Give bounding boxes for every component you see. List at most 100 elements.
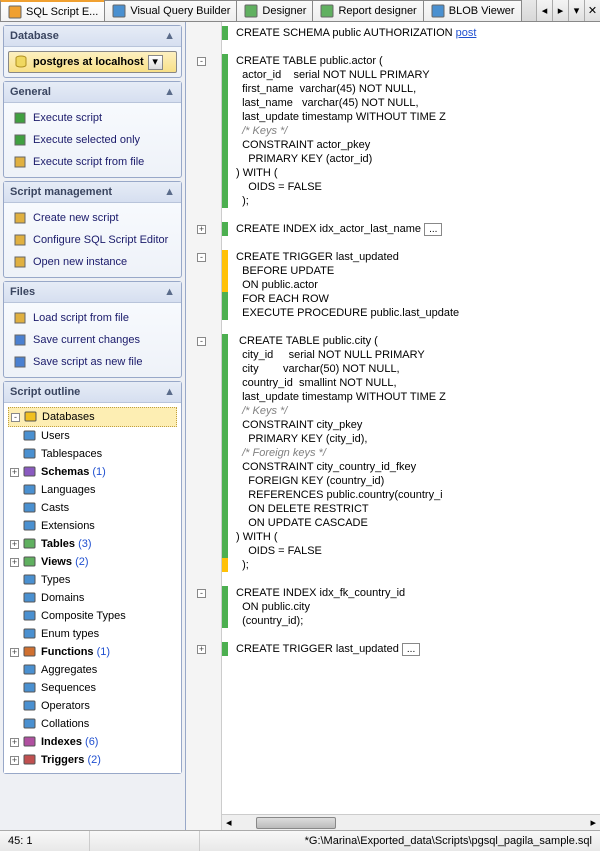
tab-nav-menu[interactable]: ▾ <box>568 0 584 21</box>
sidebar: Database▲ postgres at localhost ▾ Genera… <box>0 22 186 830</box>
code-line: FOREIGN KEY (country_id) <box>228 474 384 488</box>
fold-toggle[interactable]: + <box>197 645 206 654</box>
tab-nav-close[interactable]: ✕ <box>584 0 600 21</box>
action-save-script-as-new-file[interactable]: Save script as new file <box>8 351 177 373</box>
code-line: first_name varchar(45) NOT NULL, <box>228 82 416 96</box>
code-line: city_id serial NOT NULL PRIMARY <box>228 348 428 362</box>
tree-node-composite-types[interactable]: Composite Types <box>8 607 177 625</box>
tree-node-casts[interactable]: Casts <box>8 499 177 517</box>
tree-node-sequences[interactable]: Sequences <box>8 679 177 697</box>
expand-toggle[interactable]: + <box>10 738 19 747</box>
action-icon <box>12 132 28 148</box>
tree-node-collations[interactable]: Collations <box>8 715 177 733</box>
tree-node-enum-types[interactable]: Enum types <box>8 625 177 643</box>
node-label: Indexes (6) <box>41 736 98 748</box>
expand-toggle[interactable]: - <box>11 413 20 422</box>
node-icon <box>22 644 38 660</box>
fold-toggle[interactable]: - <box>197 253 206 262</box>
node-icon <box>22 482 38 498</box>
node-label: Sequences <box>41 682 96 694</box>
tab-blob-viewer[interactable]: BLOB Viewer <box>423 0 522 21</box>
tab-report-designer[interactable]: Report designer <box>312 0 423 21</box>
tree-node-tables[interactable]: + Tables (3) <box>8 535 177 553</box>
panel-header-script-mgmt[interactable]: Script management▲ <box>4 182 181 203</box>
tree-node-languages[interactable]: Languages <box>8 481 177 499</box>
scroll-right-icon[interactable]: ▸ <box>586 816 600 829</box>
action-open-new-instance[interactable]: Open new instance <box>8 251 177 273</box>
tree-node-extensions[interactable]: Extensions <box>8 517 177 535</box>
tree-node-users[interactable]: Users <box>8 427 177 445</box>
tab-sql-script-e-[interactable]: SQL Script E... <box>0 0 105 21</box>
expand-toggle[interactable]: + <box>10 558 19 567</box>
code-line: CREATE SCHEMA public AUTHORIZATION post <box>228 26 476 40</box>
fold-toggle[interactable]: - <box>197 589 206 598</box>
fold-toggle[interactable]: + <box>197 225 206 234</box>
code-editor[interactable]: CREATE SCHEMA public AUTHORIZATION post C… <box>222 22 600 830</box>
node-icon <box>23 409 39 425</box>
action-icon <box>12 254 28 270</box>
code-line: /* Foreign keys */ <box>228 446 326 460</box>
tree-node-aggregates[interactable]: Aggregates <box>8 661 177 679</box>
database-combo-label: postgres at localhost <box>33 56 144 68</box>
action-create-new-script[interactable]: Create new script <box>8 207 177 229</box>
database-combo[interactable]: postgres at localhost ▾ <box>8 51 177 73</box>
panel-header-outline[interactable]: Script outline▲ <box>4 382 181 403</box>
action-configure-sql-script-editor[interactable]: Configure SQL Script Editor <box>8 229 177 251</box>
code-line: PRIMARY KEY (actor_id) <box>228 152 372 166</box>
action-icon <box>12 232 28 248</box>
tab-designer[interactable]: Designer <box>236 0 313 21</box>
tree-node-views[interactable]: +Views (2) <box>8 553 177 571</box>
action-execute-script-from-file[interactable]: Execute script from file <box>8 151 177 173</box>
tree-node-functions[interactable]: +Functions (1) <box>8 643 177 661</box>
code-line: ); <box>228 194 249 208</box>
node-icon <box>22 464 38 480</box>
fold-toggle[interactable]: - <box>197 337 206 346</box>
tab-label: SQL Script E... <box>26 6 98 18</box>
node-label: Tables (3) <box>41 538 92 550</box>
node-icon <box>22 680 38 696</box>
action-icon <box>12 110 28 126</box>
code-line <box>228 320 236 334</box>
database-icon <box>13 54 29 70</box>
code-line: EXECUTE PROCEDURE public.last_update <box>228 306 459 320</box>
tree-node-types[interactable]: Types <box>8 571 177 589</box>
code-line: last_update timestamp WITHOUT TIME Z <box>228 390 446 404</box>
tab-nav-right[interactable]: ▸ <box>552 0 568 21</box>
dropdown-button[interactable]: ▾ <box>148 55 163 70</box>
tree-node-triggers[interactable]: +Triggers (2) <box>8 751 177 769</box>
code-line: ON UPDATE CASCADE <box>228 516 368 530</box>
scrollbar-thumb[interactable] <box>256 817 336 829</box>
node-icon <box>22 698 38 714</box>
panel-header-database[interactable]: Database▲ <box>4 26 181 47</box>
node-label: Languages <box>41 484 95 496</box>
action-icon <box>12 154 28 170</box>
tree-node-tablespaces[interactable]: Tablespaces <box>8 445 177 463</box>
node-label: Schemas (1) <box>41 466 106 478</box>
action-execute-script[interactable]: Execute script <box>8 107 177 129</box>
node-icon <box>22 554 38 570</box>
tree-node-databases[interactable]: -Databases <box>8 407 177 427</box>
tree-node-indexes[interactable]: + Indexes (6) <box>8 733 177 751</box>
tab-label: BLOB Viewer <box>449 5 515 17</box>
fold-toggle[interactable]: - <box>197 57 206 66</box>
tree-node-operators[interactable]: Operators <box>8 697 177 715</box>
action-save-current-changes[interactable]: Save current changes <box>8 329 177 351</box>
action-icon <box>12 332 28 348</box>
expand-toggle[interactable]: + <box>10 468 19 477</box>
expand-toggle[interactable]: + <box>10 540 19 549</box>
scroll-left-icon[interactable]: ◂ <box>222 816 236 829</box>
code-line: country_id smallint NOT NULL, <box>228 376 397 390</box>
code-line: CONSTRAINT city_pkey <box>228 418 362 432</box>
panel-header-general[interactable]: General▲ <box>4 82 181 103</box>
code-line: PRIMARY KEY (city_id), <box>228 432 367 446</box>
action-execute-selected-only[interactable]: Execute selected only <box>8 129 177 151</box>
action-load-script-from-file[interactable]: Load script from file <box>8 307 177 329</box>
tab-visual-query-builder[interactable]: Visual Query Builder <box>104 0 237 21</box>
tree-node-schemas[interactable]: + Schemas (1) <box>8 463 177 481</box>
tab-nav-left[interactable]: ◂ <box>536 0 552 21</box>
tree-node-domains[interactable]: Domains <box>8 589 177 607</box>
panel-header-files[interactable]: Files▲ <box>4 282 181 303</box>
horizontal-scrollbar[interactable]: ◂ ▸ <box>222 814 600 830</box>
expand-toggle[interactable]: + <box>10 648 19 657</box>
expand-toggle[interactable]: + <box>10 756 19 765</box>
